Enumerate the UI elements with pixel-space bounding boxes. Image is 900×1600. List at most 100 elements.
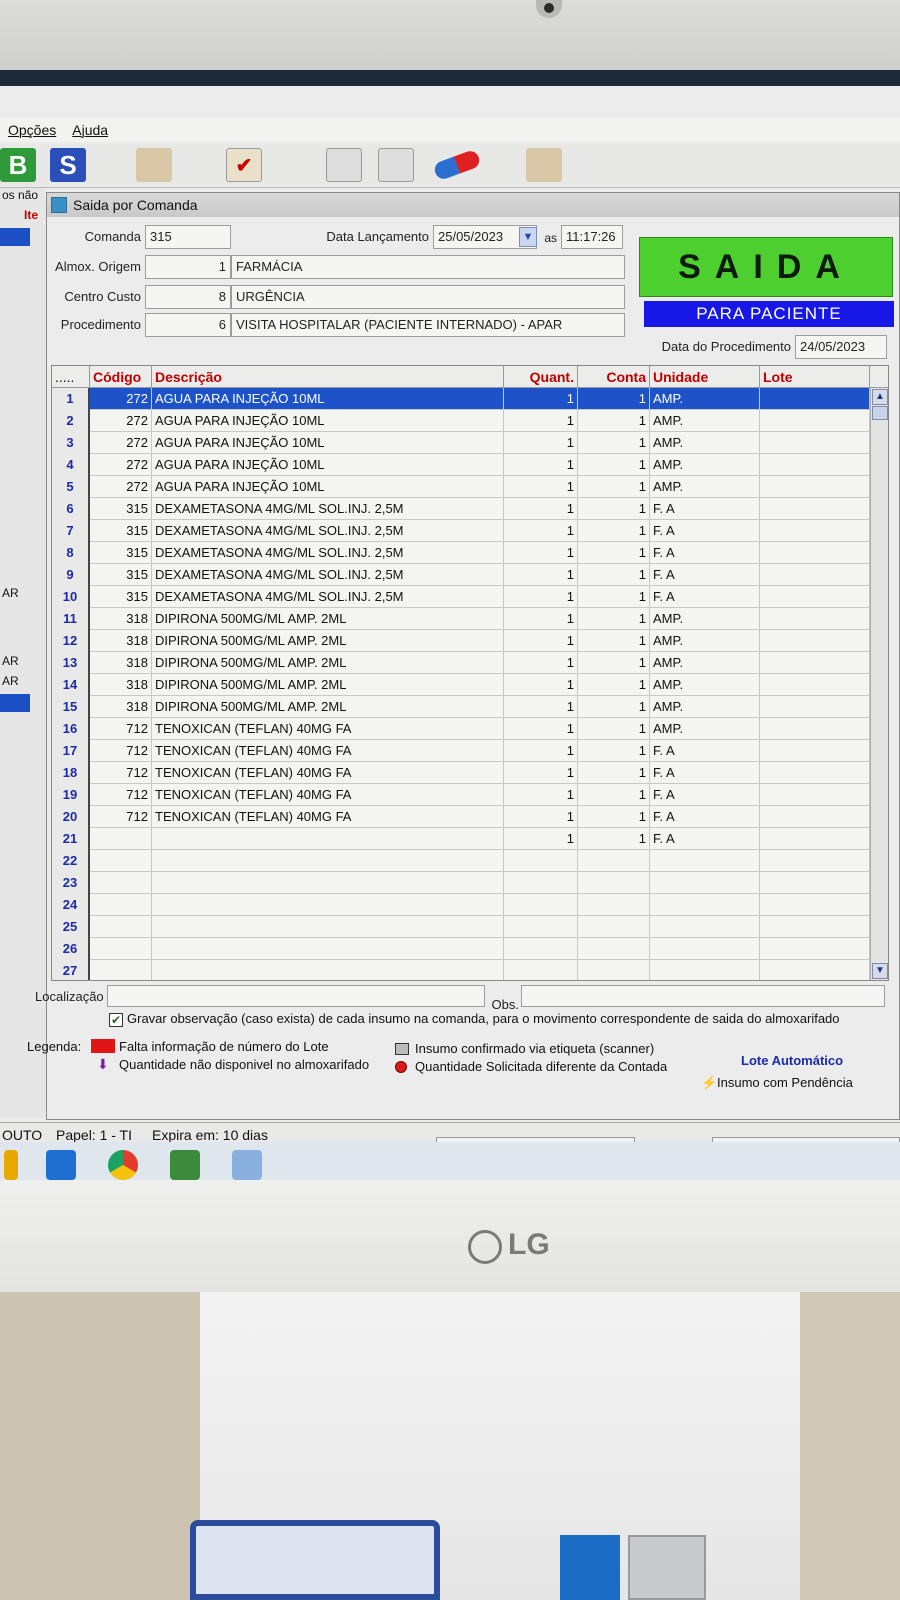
cell-descricao[interactable]	[152, 916, 504, 938]
cell-conta[interactable]: 1	[578, 740, 650, 762]
cell-unidade[interactable]: F. A	[650, 564, 760, 586]
cell-quant[interactable]: 1	[504, 740, 578, 762]
cell-lote[interactable]	[760, 850, 870, 872]
cell-descricao[interactable]: AGUA PARA INJEÇÃO 10ML	[152, 476, 504, 498]
cell-descricao[interactable]: DIPIRONA 500MG/ML AMP. 2ML	[152, 674, 504, 696]
cell-unidade[interactable]	[650, 938, 760, 960]
cell-quant[interactable]: 1	[504, 652, 578, 674]
cell-conta[interactable]: 1	[578, 784, 650, 806]
cell-conta[interactable]: 1	[578, 454, 650, 476]
table-row[interactable]: 24	[52, 894, 888, 916]
cell-codigo[interactable]: 272	[90, 410, 152, 432]
cell-codigo[interactable]	[90, 916, 152, 938]
cloud-app-icon[interactable]	[232, 1150, 262, 1180]
cell-quant[interactable]: 1	[504, 432, 578, 454]
cell-unidade[interactable]: F. A	[650, 498, 760, 520]
cell-descricao[interactable]: DIPIRONA 500MG/ML AMP. 2ML	[152, 696, 504, 718]
row-number[interactable]: 25	[52, 916, 90, 938]
toolbar-box-icon[interactable]	[526, 148, 562, 182]
cell-conta[interactable]: 1	[578, 388, 650, 410]
header-conta[interactable]: Conta	[578, 366, 650, 388]
cell-descricao[interactable]: DIPIRONA 500MG/ML AMP. 2ML	[152, 608, 504, 630]
cell-lote[interactable]	[760, 674, 870, 696]
cell-lote[interactable]	[760, 960, 870, 980]
cell-quant[interactable]: 1	[504, 696, 578, 718]
cell-unidade[interactable]	[650, 960, 760, 980]
cell-descricao[interactable]: DEXAMETASONA 4MG/ML SOL.INJ. 2,5M	[152, 542, 504, 564]
cell-quant[interactable]: 1	[504, 718, 578, 740]
row-number[interactable]: 19	[52, 784, 90, 806]
cell-lote[interactable]	[760, 916, 870, 938]
cell-conta[interactable]: 1	[578, 806, 650, 828]
cell-quant[interactable]: 1	[504, 520, 578, 542]
cell-unidade[interactable]: AMP.	[650, 454, 760, 476]
cell-descricao[interactable]: DIPIRONA 500MG/ML AMP. 2ML	[152, 630, 504, 652]
cell-unidade[interactable]	[650, 894, 760, 916]
centro-code-field[interactable]: 8	[145, 285, 231, 309]
cell-lote[interactable]	[760, 828, 870, 850]
mail-icon[interactable]	[46, 1150, 76, 1180]
table-row[interactable]: 25	[52, 916, 888, 938]
table-row[interactable]: 4 272 AGUA PARA INJEÇÃO 10ML 1 1 AMP.	[52, 454, 888, 476]
cell-conta[interactable]: 1	[578, 410, 650, 432]
cell-lote[interactable]	[760, 432, 870, 454]
cell-conta[interactable]: 1	[578, 696, 650, 718]
cell-conta[interactable]: 1	[578, 652, 650, 674]
cell-descricao[interactable]: AGUA PARA INJEÇÃO 10ML	[152, 454, 504, 476]
table-row[interactable]: 11 318 DIPIRONA 500MG/ML AMP. 2ML 1 1 AMP.	[52, 608, 888, 630]
cell-codigo[interactable]: 315	[90, 520, 152, 542]
menu-opcoes[interactable]: Opções	[8, 122, 56, 138]
table-row[interactable]: 23	[52, 872, 888, 894]
cell-descricao[interactable]	[152, 960, 504, 980]
cell-quant[interactable]	[504, 872, 578, 894]
table-row[interactable]: 19 712 TENOXICAN (TEFLAN) 40MG FA 1 1 F. A	[52, 784, 888, 806]
cell-lote[interactable]	[760, 652, 870, 674]
header-descricao[interactable]: Descrição	[152, 366, 504, 388]
row-number[interactable]: 1	[52, 388, 90, 410]
cell-descricao[interactable]: DEXAMETASONA 4MG/ML SOL.INJ. 2,5M	[152, 520, 504, 542]
cell-conta[interactable]	[578, 938, 650, 960]
table-row[interactable]: 8 315 DEXAMETASONA 4MG/ML SOL.INJ. 2,5M 1 1 F…	[52, 542, 888, 564]
table-row[interactable]: 15 318 DIPIRONA 500MG/ML AMP. 2ML 1 1 AMP.	[52, 696, 888, 718]
cell-quant[interactable]: 1	[504, 806, 578, 828]
cell-descricao[interactable]: TENOXICAN (TEFLAN) 40MG FA	[152, 718, 504, 740]
cell-quant[interactable]	[504, 960, 578, 980]
cell-unidade[interactable]: F. A	[650, 784, 760, 806]
table-row[interactable]: 14 318 DIPIRONA 500MG/ML AMP. 2ML 1 1 AMP.	[52, 674, 888, 696]
cell-codigo[interactable]: 315	[90, 564, 152, 586]
cell-lote[interactable]	[760, 608, 870, 630]
cell-codigo[interactable]	[90, 850, 152, 872]
cell-conta[interactable]: 1	[578, 432, 650, 454]
cell-conta[interactable]	[578, 916, 650, 938]
cell-lote[interactable]	[760, 498, 870, 520]
cell-unidade[interactable]	[650, 916, 760, 938]
table-row[interactable]: 17 712 TENOXICAN (TEFLAN) 40MG FA 1 1 F. A	[52, 740, 888, 762]
cell-conta[interactable]: 1	[578, 828, 650, 850]
cell-conta[interactable]: 1	[578, 630, 650, 652]
table-row[interactable]: 9 315 DEXAMETASONA 4MG/ML SOL.INJ. 2,5M 1 1 F…	[52, 564, 888, 586]
cell-quant[interactable]: 1	[504, 762, 578, 784]
cell-conta[interactable]: 1	[578, 520, 650, 542]
table-row[interactable]: 7 315 DEXAMETASONA 4MG/ML SOL.INJ. 2,5M 1 1 F…	[52, 520, 888, 542]
row-number[interactable]: 7	[52, 520, 90, 542]
cell-descricao[interactable]: AGUA PARA INJEÇÃO 10ML	[152, 410, 504, 432]
scroll-thumb[interactable]	[872, 406, 888, 420]
cell-quant[interactable]: 1	[504, 630, 578, 652]
cell-unidade[interactable]: F. A	[650, 762, 760, 784]
data-procedimento-field[interactable]: 24/05/2023	[795, 335, 887, 359]
cell-quant[interactable]: 1	[504, 388, 578, 410]
cell-quant[interactable]: 1	[504, 674, 578, 696]
cell-conta[interactable]: 1	[578, 586, 650, 608]
cell-descricao[interactable]	[152, 828, 504, 850]
cell-quant[interactable]: 1	[504, 454, 578, 476]
cell-conta[interactable]	[578, 850, 650, 872]
cell-descricao[interactable]: TENOXICAN (TEFLAN) 40MG FA	[152, 806, 504, 828]
cell-quant[interactable]	[504, 894, 578, 916]
cell-lote[interactable]	[760, 388, 870, 410]
row-number[interactable]: 14	[52, 674, 90, 696]
cell-descricao[interactable]	[152, 894, 504, 916]
cell-lote[interactable]	[760, 696, 870, 718]
cell-lote[interactable]	[760, 806, 870, 828]
toolbar-report2-icon[interactable]	[378, 148, 414, 182]
header-quant[interactable]: Quant.	[504, 366, 578, 388]
